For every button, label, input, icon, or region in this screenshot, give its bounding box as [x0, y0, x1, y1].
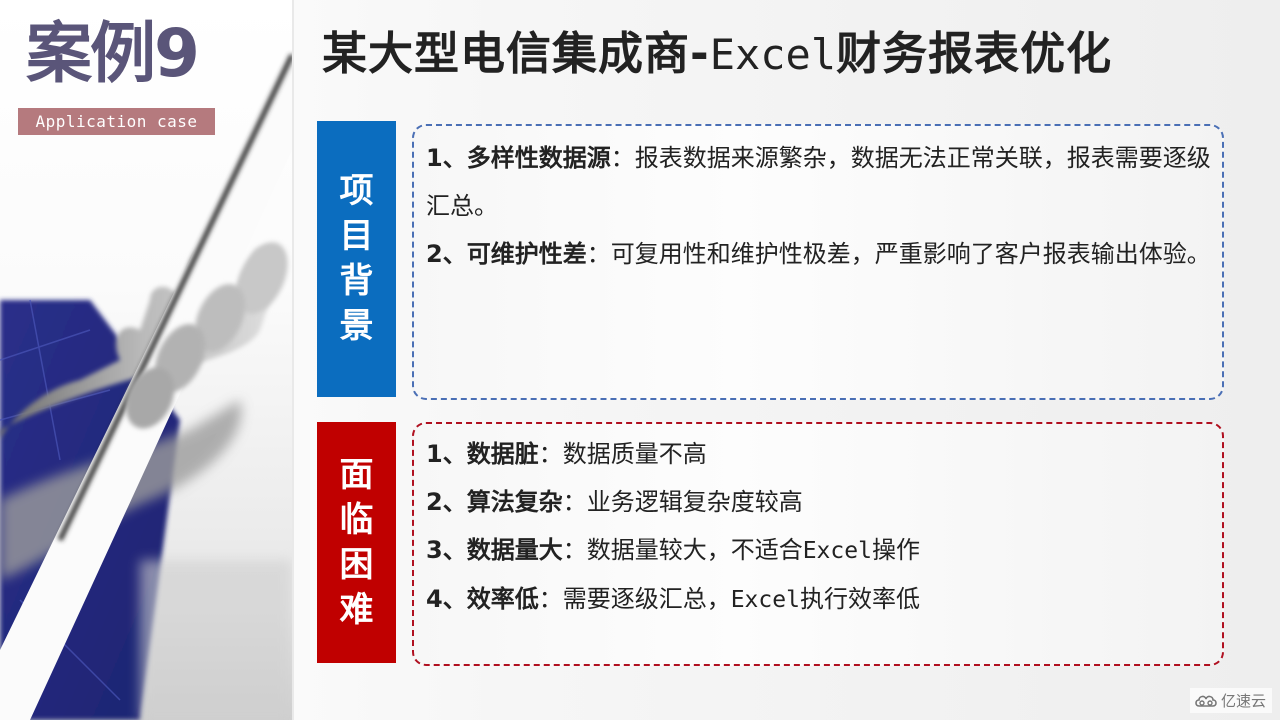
item-title: 数据脏 [466, 440, 539, 468]
background-item: 2、可维护性差：可复用性和维护性极差，严重影响了客户报表输出体验。 [426, 230, 1214, 278]
section-label-background: 项 目 背 景 [317, 121, 396, 397]
item-number: 2、 [426, 488, 467, 516]
item-title: 效率低 [466, 585, 539, 613]
item-text-excel: Excel [802, 538, 872, 564]
label-char: 项 [339, 171, 374, 211]
item-text: ：数据质量不高 [538, 440, 707, 468]
cloud-logo-icon [1195, 695, 1217, 707]
label-char: 难 [339, 589, 374, 630]
challenge-item: 2、算法复杂：业务逻辑复杂度较高 [426, 478, 1214, 526]
page-title-prefix: 某大型电信集成商- [322, 27, 710, 80]
item-title: 数据量大 [466, 536, 563, 564]
item-text: ：可复用性和维护性极差，严重影响了客户报表输出体验。 [586, 240, 1211, 268]
label-char: 景 [339, 306, 374, 346]
page-title: 某大型电信集成商-Excel财务报表优化 [322, 22, 1112, 87]
background-item: 1、多样性数据源：报表数据来源繁杂，数据无法正常关联，报表需要逐级汇总。 [426, 134, 1214, 230]
item-title: 多样性数据源 [466, 144, 611, 172]
label-char: 困 [339, 544, 374, 585]
item-number: 2、 [426, 240, 467, 268]
item-text: ：需要逐级汇总， [538, 585, 731, 613]
watermark: 亿速云 [1190, 688, 1273, 713]
challenge-item: 4、效率低：需要逐级汇总，Excel执行效率低 [426, 575, 1214, 624]
label-char: 面 [339, 454, 374, 495]
background-blur [140, 560, 292, 720]
watermark-text: 亿速云 [1221, 692, 1267, 710]
item-number: 4、 [426, 585, 467, 613]
challenge-item: 1、数据脏：数据质量不高 [426, 430, 1214, 478]
item-title: 可维护性差 [466, 240, 587, 268]
item-number: 3、 [426, 536, 467, 564]
panel-divider [292, 0, 294, 720]
label-char: 背 [339, 261, 374, 301]
challenges-content-box: 1、数据脏：数据质量不高 2、算法复杂：业务逻辑复杂度较高 3、数据量大：数据量… [412, 422, 1224, 666]
label-char: 目 [339, 216, 374, 256]
case-title: 案例9 [26, 15, 200, 92]
page-title-excel: Excel [709, 30, 837, 79]
section-label-challenges: 面 临 困 难 [317, 422, 396, 663]
case-subtitle: Application case [18, 108, 215, 135]
item-text-excel: Excel [730, 587, 800, 613]
item-text: ：数据量较大，不适合 [562, 536, 803, 564]
item-text: 执行效率低 [799, 585, 920, 613]
challenge-item: 3、数据量大：数据量较大，不适合Excel操作 [426, 526, 1214, 575]
hero-photo: 案例9 Application case [0, 0, 292, 720]
item-title: 算法复杂 [466, 488, 563, 516]
item-text: 操作 [871, 536, 920, 564]
item-number: 1、 [426, 144, 467, 172]
item-number: 1、 [426, 440, 467, 468]
background-content-box: 1、多样性数据源：报表数据来源繁杂，数据无法正常关联，报表需要逐级汇总。 2、可… [412, 124, 1224, 400]
item-text: ：业务逻辑复杂度较高 [562, 488, 803, 516]
page-title-suffix: 财务报表优化 [836, 27, 1113, 80]
label-char: 临 [339, 499, 374, 540]
